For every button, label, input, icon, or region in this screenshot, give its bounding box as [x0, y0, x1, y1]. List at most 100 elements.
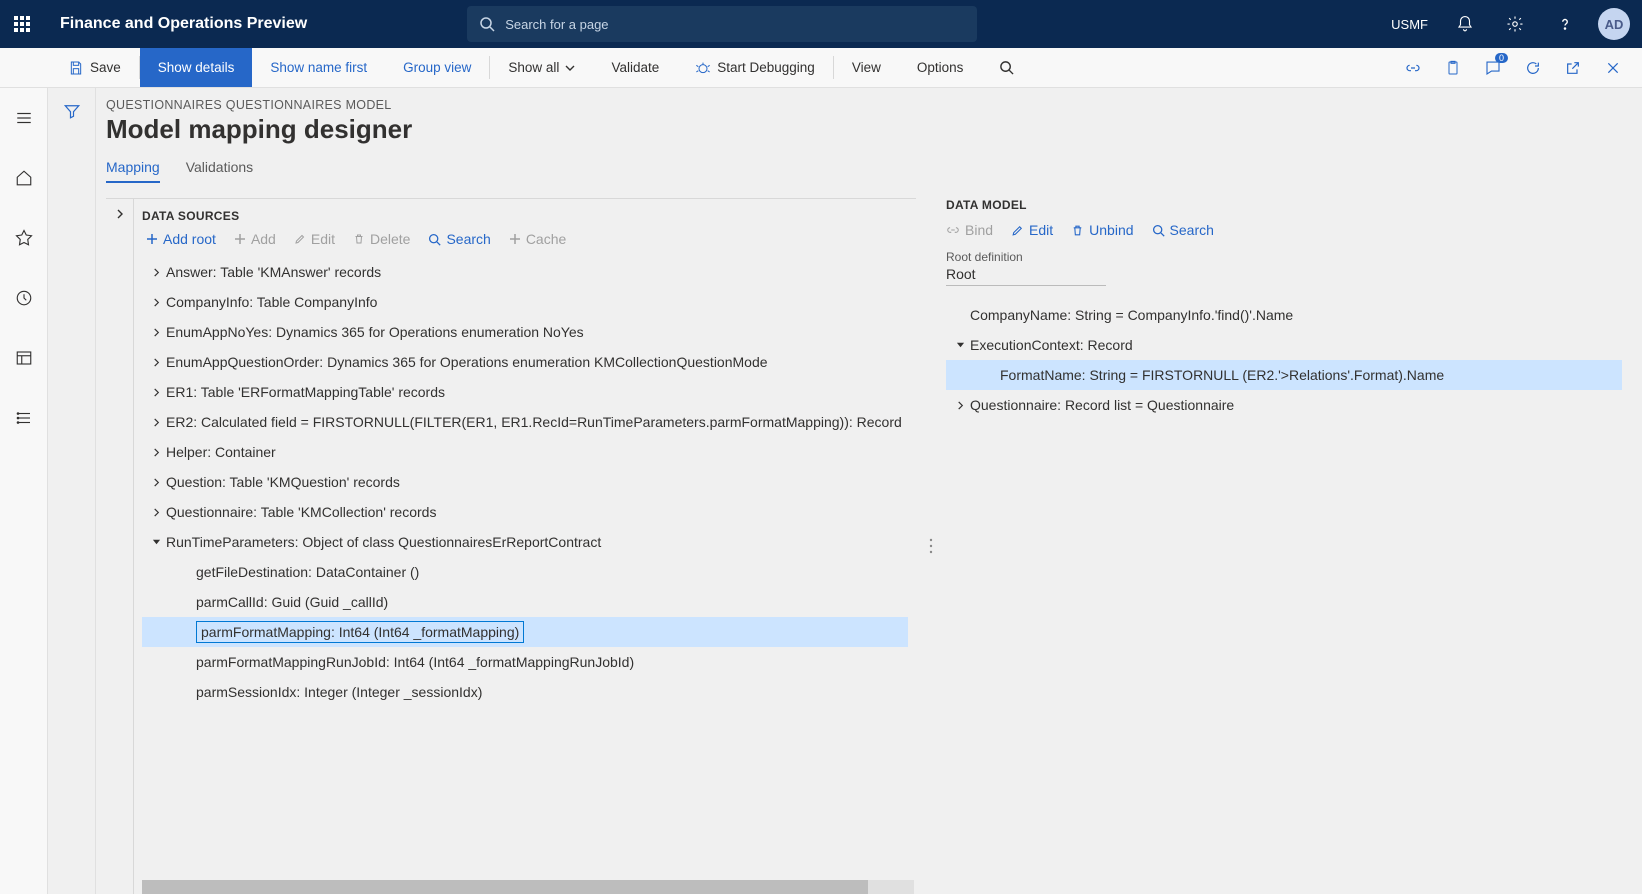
- chevron-right-icon[interactable]: [146, 448, 166, 457]
- tree-row[interactable]: Helper: Container: [142, 437, 908, 467]
- help-icon[interactable]: [1548, 7, 1582, 41]
- chevron-right-icon[interactable]: [146, 298, 166, 307]
- root-definition-value[interactable]: Root: [946, 266, 1106, 286]
- tree-row[interactable]: parmFormatMapping: Int64 (Int64 _formatM…: [142, 617, 908, 647]
- tree-label: EnumAppQuestionOrder: Dynamics 365 for O…: [166, 354, 768, 370]
- link-icon: [946, 223, 960, 237]
- data-model-tree[interactable]: CompanyName: String = CompanyInfo.'find(…: [946, 300, 1622, 420]
- chevron-right-icon[interactable]: [146, 328, 166, 337]
- chevron-right-icon[interactable]: [146, 388, 166, 397]
- start-debugging-button[interactable]: Start Debugging: [677, 48, 833, 87]
- search-icon: [1152, 224, 1165, 237]
- search-icon: [428, 233, 441, 246]
- filter-column: [48, 88, 96, 894]
- tree-row[interactable]: CompanyInfo: Table CompanyInfo: [142, 287, 908, 317]
- chevron-down-icon[interactable]: [950, 341, 970, 350]
- tree-row[interactable]: parmSessionIdx: Integer (Integer _sessio…: [142, 677, 908, 707]
- tree-label: parmFormatMappingRunJobId: Int64 (Int64 …: [196, 654, 634, 670]
- tree-row[interactable]: getFileDestination: DataContainer (): [142, 557, 908, 587]
- search-button[interactable]: Search: [428, 231, 490, 247]
- global-search-input[interactable]: Search for a page: [467, 6, 977, 42]
- options-button[interactable]: Options: [899, 48, 982, 87]
- tree-row[interactable]: Questionnaire: Table 'KMCollection' reco…: [142, 497, 908, 527]
- tree-label: ER1: Table 'ERFormatMappingTable' record…: [166, 384, 445, 400]
- add-button: Add: [234, 231, 276, 247]
- chevron-right-icon[interactable]: [146, 418, 166, 427]
- unbind-button[interactable]: Unbind: [1071, 222, 1133, 238]
- chevron-right-icon[interactable]: [950, 401, 970, 410]
- tree-row[interactable]: ER2: Calculated field = FIRSTORNULL(FILT…: [142, 407, 908, 437]
- command-bar: Save Show details Show name first Group …: [0, 48, 1642, 88]
- tree-row[interactable]: ER1: Table 'ERFormatMappingTable' record…: [142, 377, 908, 407]
- gear-icon[interactable]: [1498, 7, 1532, 41]
- tree-row[interactable]: EnumAppQuestionOrder: Dynamics 365 for O…: [142, 347, 908, 377]
- save-button[interactable]: Save: [50, 48, 139, 87]
- waffle-icon[interactable]: [12, 14, 32, 34]
- tree-row[interactable]: Question: Table 'KMQuestion' records: [142, 467, 908, 497]
- search-button[interactable]: Search: [1152, 222, 1214, 238]
- left-nav: [0, 88, 48, 894]
- horizontal-scrollbar[interactable]: [142, 880, 914, 894]
- tree-row[interactable]: ExecutionContext: Record: [946, 330, 1622, 360]
- delete-button: Delete: [353, 231, 410, 247]
- show-all-dropdown[interactable]: Show all: [490, 48, 593, 87]
- tree-row[interactable]: CompanyName: String = CompanyInfo.'find(…: [946, 300, 1622, 330]
- app-header: Finance and Operations Preview Search fo…: [0, 0, 1642, 48]
- tree-row[interactable]: RunTimeParameters: Object of class Quest…: [142, 527, 908, 557]
- chevron-down-icon[interactable]: [146, 538, 166, 547]
- collapse-handle[interactable]: [106, 199, 134, 894]
- refresh-icon[interactable]: [1518, 53, 1548, 83]
- close-icon[interactable]: [1598, 53, 1628, 83]
- favorites-icon[interactable]: [6, 220, 42, 256]
- tree-label: CompanyInfo: Table CompanyInfo: [166, 294, 377, 310]
- splitter-handle[interactable]: [916, 198, 946, 894]
- validate-button[interactable]: Validate: [593, 48, 677, 87]
- tab-mapping[interactable]: Mapping: [106, 159, 160, 183]
- modules-icon[interactable]: [6, 400, 42, 436]
- tree-row[interactable]: Questionnaire: Record list = Questionnai…: [946, 390, 1622, 420]
- tabs: Mapping Validations: [106, 159, 1622, 184]
- tree-row[interactable]: parmFormatMappingRunJobId: Int64 (Int64 …: [142, 647, 908, 677]
- messages-icon[interactable]: 0: [1478, 53, 1508, 83]
- data-sources-toolbar: Add root Add Edit Delete Search Cache: [142, 231, 914, 247]
- tree-row[interactable]: Answer: Table 'KMAnswer' records: [142, 257, 908, 287]
- show-details-button[interactable]: Show details: [140, 48, 253, 87]
- recent-icon[interactable]: [6, 280, 42, 316]
- hamburger-icon[interactable]: [6, 100, 42, 136]
- home-icon[interactable]: [6, 160, 42, 196]
- filter-icon[interactable]: [63, 102, 81, 894]
- group-view-button[interactable]: Group view: [385, 48, 489, 87]
- tree-label: ER2: Calculated field = FIRSTORNULL(FILT…: [166, 414, 902, 430]
- tree-label: Answer: Table 'KMAnswer' records: [166, 264, 381, 280]
- tree-label: parmFormatMapping: Int64 (Int64 _formatM…: [196, 621, 524, 643]
- link-icon[interactable]: [1398, 53, 1428, 83]
- data-model-panel: DATA MODEL Bind Edit Unbind Search Root …: [946, 198, 1622, 894]
- popout-icon[interactable]: [1558, 53, 1588, 83]
- show-name-first-button[interactable]: Show name first: [252, 48, 385, 87]
- view-button[interactable]: View: [834, 48, 899, 87]
- tree-row[interactable]: FormatName: String = FIRSTORNULL (ER2.'>…: [946, 360, 1622, 390]
- company-code[interactable]: USMF: [1391, 17, 1428, 32]
- chevron-right-icon[interactable]: [146, 478, 166, 487]
- tree-label: Question: Table 'KMQuestion' records: [166, 474, 400, 490]
- pencil-icon: [1011, 224, 1024, 237]
- tree-label: Questionnaire: Table 'KMCollection' reco…: [166, 504, 436, 520]
- edit-button[interactable]: Edit: [1011, 222, 1053, 238]
- chevron-right-icon[interactable]: [146, 268, 166, 277]
- tab-validations[interactable]: Validations: [186, 159, 253, 183]
- tree-label: RunTimeParameters: Object of class Quest…: [166, 534, 601, 550]
- data-sources-tree[interactable]: Answer: Table 'KMAnswer' records CompanyI…: [142, 257, 914, 880]
- tree-row[interactable]: EnumAppNoYes: Dynamics 365 for Operation…: [142, 317, 908, 347]
- user-avatar[interactable]: AD: [1598, 8, 1630, 40]
- task-recorder-icon[interactable]: [1438, 53, 1468, 83]
- chevron-right-icon[interactable]: [146, 358, 166, 367]
- tree-label: CompanyName: String = CompanyInfo.'find(…: [970, 307, 1293, 323]
- add-root-button[interactable]: Add root: [146, 231, 216, 247]
- command-search-button[interactable]: [981, 48, 1032, 87]
- notification-bell-icon[interactable]: [1448, 7, 1482, 41]
- data-model-header: DATA MODEL: [946, 198, 1622, 212]
- workspaces-icon[interactable]: [6, 340, 42, 376]
- breadcrumb: QUESTIONNAIRES QUESTIONNAIRES MODEL: [106, 98, 1622, 112]
- chevron-right-icon[interactable]: [146, 508, 166, 517]
- tree-row[interactable]: parmCallId: Guid (Guid _callId): [142, 587, 908, 617]
